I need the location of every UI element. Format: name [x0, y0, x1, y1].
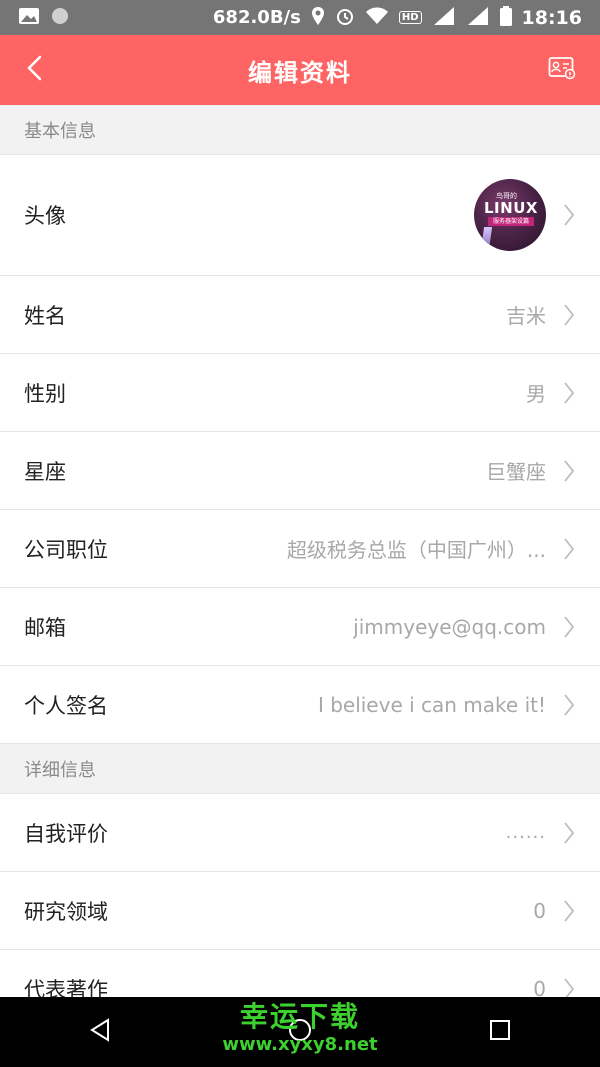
id-card-button[interactable] — [542, 49, 582, 91]
wifi-icon — [365, 7, 389, 29]
row-research-field[interactable]: 研究领域 0 — [0, 872, 600, 950]
gender-label: 性别 — [24, 381, 66, 406]
alarm-icon — [335, 6, 355, 30]
app-header: 编辑资料 — [0, 35, 600, 105]
clock: 18:16 — [521, 6, 582, 29]
row-company-position[interactable]: 公司职位 超级税务总监（中国广州）... — [0, 510, 600, 588]
row-self-evaluation[interactable]: 自我评价 ...... — [0, 794, 600, 872]
status-left — [18, 6, 70, 30]
name-value: 吉米 — [506, 304, 546, 328]
chevron-right-icon — [562, 303, 576, 327]
research-value: 0 — [533, 898, 546, 923]
email-label: 邮箱 — [24, 615, 66, 640]
square-recents-icon — [489, 1019, 511, 1045]
avatar-text-title: LINUX — [484, 199, 538, 217]
nav-back-button[interactable] — [70, 1002, 130, 1062]
system-nav-bar — [0, 997, 600, 1067]
chevron-right-icon — [562, 381, 576, 405]
signal-icon-1 — [432, 6, 456, 30]
row-gender[interactable]: 性别 男 — [0, 354, 600, 432]
zodiac-value: 巨蟹座 — [486, 460, 546, 484]
circle-home-icon — [287, 1017, 313, 1047]
signature-value: I believe i can make it! — [317, 692, 546, 717]
chevron-right-icon — [562, 821, 576, 845]
row-zodiac[interactable]: 星座 巨蟹座 — [0, 432, 600, 510]
email-value: jimmyeye@qq.com — [353, 614, 546, 639]
self-eval-label: 自我评价 — [24, 821, 108, 846]
avatar-label: 头像 — [24, 204, 66, 228]
gender-value: 男 — [526, 382, 546, 406]
id-card-icon — [548, 55, 576, 85]
status-right: 682.0B/s HD 18:16 — [212, 5, 582, 30]
avatar[interactable]: 鸟哥的 LINUX 服务器架设篇 — [474, 179, 546, 251]
row-name[interactable]: 姓名 吉米 — [0, 276, 600, 354]
signal-icon-2 — [466, 6, 490, 30]
back-button[interactable] — [14, 47, 54, 93]
location-icon — [311, 6, 325, 30]
name-label: 姓名 — [24, 303, 66, 328]
battery-icon — [499, 5, 512, 30]
zodiac-label: 星座 — [24, 459, 66, 484]
company-label: 公司职位 — [24, 537, 108, 562]
section-basic-info: 基本信息 — [0, 105, 600, 155]
triangle-back-icon — [89, 1018, 111, 1046]
profile-form: 基本信息 头像 鸟哥的 LINUX 服务器架设篇 姓名 吉米 性别 男 星座 巨… — [0, 105, 600, 1028]
chevron-right-icon — [562, 693, 576, 717]
page-title: 编辑资料 — [248, 58, 352, 87]
row-avatar[interactable]: 头像 鸟哥的 LINUX 服务器架设篇 — [0, 155, 600, 276]
chevron-right-icon — [562, 203, 576, 227]
company-value: 超级税务总监（中国广州）... — [286, 538, 546, 562]
status-bar: 682.0B/s HD 18:16 — [0, 0, 600, 35]
nav-recents-button[interactable] — [470, 1002, 530, 1062]
chevron-right-icon — [562, 615, 576, 639]
network-speed: 682.0B/s — [212, 7, 301, 28]
chevron-right-icon — [562, 537, 576, 561]
row-signature[interactable]: 个人签名 I believe i can make it! — [0, 666, 600, 744]
signature-label: 个人签名 — [24, 693, 108, 718]
chevron-right-icon — [562, 459, 576, 483]
chevron-left-icon — [26, 55, 42, 85]
row-email[interactable]: 邮箱 jimmyeye@qq.com — [0, 588, 600, 666]
self-eval-value: ...... — [505, 822, 546, 843]
section-detail-info: 详细信息 — [0, 744, 600, 794]
image-icon — [18, 7, 40, 29]
avatar-text-band: 服务器架设篇 — [488, 217, 534, 226]
hd-icon: HD — [398, 11, 422, 24]
avatar-beam — [479, 227, 493, 251]
research-label: 研究领域 — [24, 899, 108, 924]
nav-home-button[interactable] — [270, 1002, 330, 1062]
circle-icon — [50, 6, 70, 30]
chevron-right-icon — [562, 899, 576, 923]
